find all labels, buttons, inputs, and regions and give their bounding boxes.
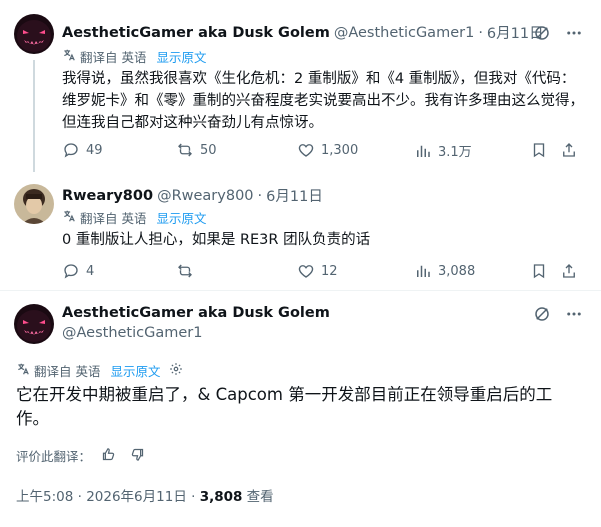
views-count: 3.1万 bbox=[438, 145, 472, 160]
separator-dot: · bbox=[257, 187, 263, 204]
rate-translation: 评价此翻译： bbox=[16, 446, 145, 465]
tweet-top-actions bbox=[533, 24, 583, 46]
retweet-icon bbox=[178, 264, 192, 278]
more-icon[interactable] bbox=[565, 305, 583, 327]
tweet-header: AestheticGamer aka Dusk Golem @Aesthetic… bbox=[62, 22, 544, 43]
user-handle[interactable]: @AestheticGamer1 bbox=[334, 25, 474, 41]
tweet-text: 它在开发中期被重启了，& Capcom 第一开发部目前正在领导重启后的工作。 bbox=[16, 385, 553, 428]
views-icon bbox=[417, 145, 430, 157]
avatar[interactable] bbox=[14, 304, 54, 344]
translate-icon bbox=[62, 48, 76, 65]
reply-icon bbox=[64, 264, 78, 279]
tweet-actions: 49 50 1,300 3.1万 bbox=[62, 141, 582, 163]
bookmark-button[interactable] bbox=[530, 262, 548, 280]
retweet-button[interactable]: 50 bbox=[176, 141, 217, 159]
like-button[interactable]: 1,300 bbox=[297, 141, 358, 159]
translate-icon bbox=[62, 209, 76, 226]
reply-button[interactable]: 4 bbox=[62, 262, 94, 280]
thumbs-down-icon[interactable] bbox=[130, 447, 145, 465]
reply-icon bbox=[64, 143, 78, 158]
heart-icon bbox=[298, 144, 314, 157]
retweet-button[interactable] bbox=[176, 262, 194, 280]
share-button[interactable] bbox=[560, 141, 578, 159]
rate-translation-label: 评价此翻译： bbox=[16, 449, 92, 464]
bookmark-button[interactable] bbox=[530, 141, 548, 159]
reply-button[interactable]: 49 bbox=[62, 141, 103, 159]
views-button[interactable]: 3,088 bbox=[414, 262, 475, 280]
translation-info: 翻译自 英语 显示原文 bbox=[16, 361, 183, 380]
views-icon bbox=[417, 265, 430, 277]
settings-icon[interactable] bbox=[169, 362, 183, 379]
avatar[interactable] bbox=[14, 14, 54, 54]
tweet-time[interactable]: 6月11日 bbox=[266, 185, 323, 206]
views-label: 查看 bbox=[242, 489, 274, 505]
retweet-icon bbox=[178, 143, 192, 157]
more-icon[interactable] bbox=[565, 24, 583, 46]
bookmark-icon bbox=[533, 264, 545, 279]
tweet-3-focused: AestheticGamer aka Dusk Golem @Aesthetic… bbox=[0, 291, 601, 527]
bookmark-icon bbox=[533, 143, 545, 158]
avatar[interactable] bbox=[14, 184, 54, 224]
tweet-actions: 4 12 3,088 bbox=[62, 262, 582, 284]
translated-from-label: 翻译自 英语 bbox=[80, 50, 147, 65]
like-count: 12 bbox=[321, 263, 338, 279]
translation-info: 翻译自 英语 显示原文 bbox=[62, 208, 207, 227]
user-handle[interactable]: @Rweary800 bbox=[157, 188, 253, 204]
tweet-timestamp-line: 上午5:08 · 2026年6月11日 · 3,808 查看 bbox=[16, 485, 274, 505]
tweet-text: 0 重制版让人担心，如果是 RE3R 团队负责的话 bbox=[62, 232, 371, 248]
show-original-link[interactable]: 显示原文 bbox=[156, 47, 206, 66]
retweet-count: 50 bbox=[200, 142, 217, 158]
share-button[interactable] bbox=[560, 262, 578, 280]
share-icon bbox=[563, 143, 575, 157]
translated-from-label: 翻译自 英语 bbox=[80, 211, 147, 226]
user-handle[interactable]: @AestheticGamer1 bbox=[62, 325, 202, 341]
views-button[interactable]: 3.1万 bbox=[414, 141, 472, 160]
display-name[interactable]: AestheticGamer aka Dusk Golem bbox=[62, 25, 330, 41]
timestamp[interactable]: 上午5:08 · 2026年6月11日 · bbox=[16, 489, 200, 505]
thread-line bbox=[33, 60, 35, 172]
reply-count: 49 bbox=[86, 142, 103, 158]
show-original-link[interactable]: 显示原文 bbox=[156, 208, 206, 227]
translated-from-label: 翻译自 英语 bbox=[34, 364, 101, 379]
tweet-1[interactable]: AestheticGamer aka Dusk Golem @Aesthetic… bbox=[0, 0, 601, 172]
thumbs-up-icon[interactable] bbox=[101, 447, 116, 465]
display-name[interactable]: AestheticGamer aka Dusk Golem bbox=[62, 305, 330, 321]
display-name[interactable]: Rweary800 bbox=[62, 188, 153, 204]
tweet-top-actions bbox=[533, 305, 583, 327]
translation-info: 翻译自 英语 显示原文 bbox=[62, 47, 207, 66]
tweet-text: 我得说，虽然我很喜欢《生化危机：2 重制版》和《4 重制版》，但我对《代码：维罗… bbox=[62, 71, 584, 131]
tweet-2[interactable]: Rweary800 @Rweary800 · 6月11日 翻译自 英语 显示原文… bbox=[0, 172, 601, 290]
like-button[interactable]: 12 bbox=[297, 262, 338, 280]
show-original-link[interactable]: 显示原文 bbox=[110, 361, 160, 380]
translate-icon bbox=[16, 362, 30, 379]
like-count: 1,300 bbox=[321, 142, 359, 158]
share-icon bbox=[563, 264, 575, 278]
views-count: 3,088 bbox=[438, 263, 476, 279]
grok-icon[interactable] bbox=[533, 305, 551, 327]
reply-count: 4 bbox=[86, 263, 95, 279]
separator-dot: · bbox=[478, 24, 483, 41]
tweet-header: Rweary800 @Rweary800 · 6月11日 bbox=[62, 185, 323, 206]
grok-icon[interactable] bbox=[533, 24, 551, 46]
views-count: 3,808 bbox=[199, 489, 243, 505]
heart-icon bbox=[298, 265, 314, 278]
